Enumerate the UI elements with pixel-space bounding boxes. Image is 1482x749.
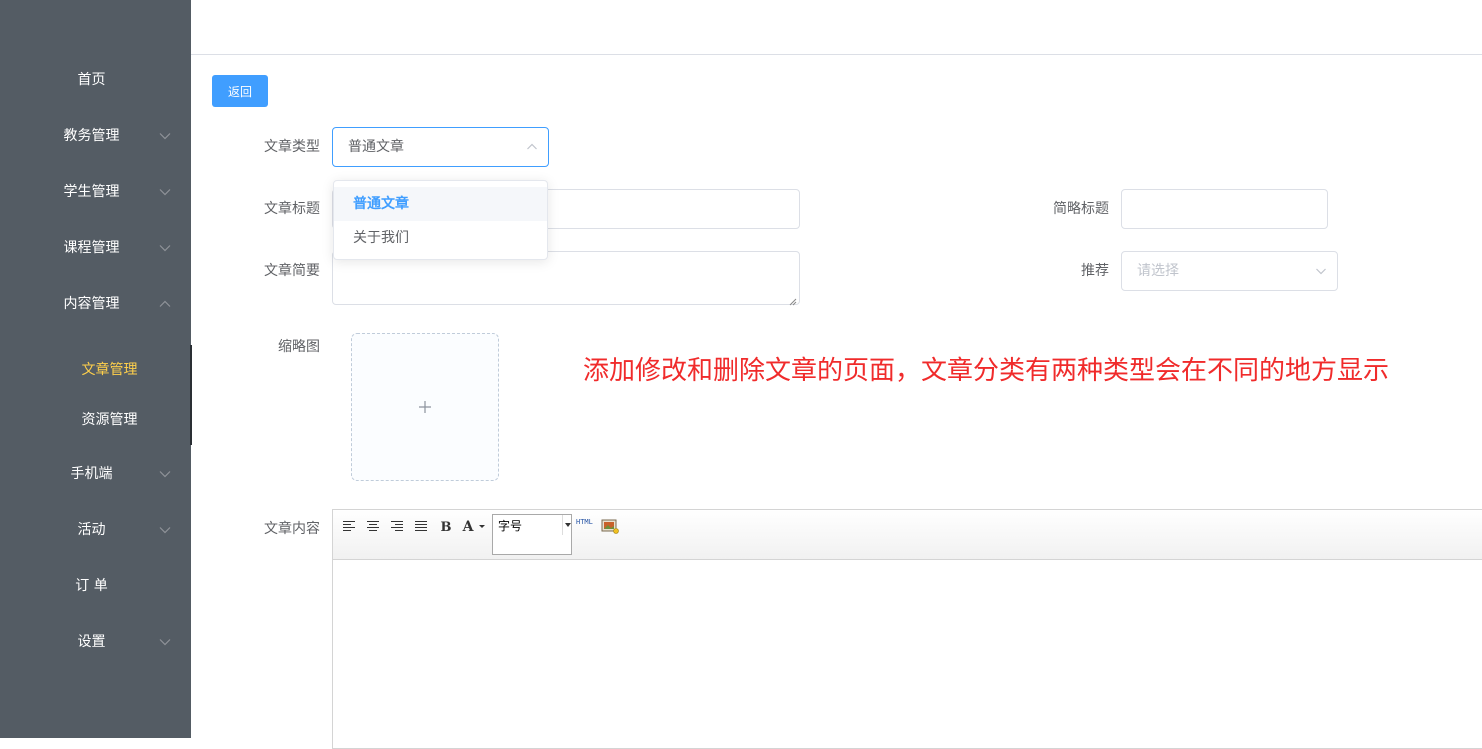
bold-icon[interactable]: B — [436, 516, 456, 536]
chevron-down-icon — [562, 515, 573, 535]
font-size-select[interactable]: 字号 — [492, 514, 572, 555]
dropdown-option[interactable]: 关于我们 — [334, 221, 547, 255]
sidebar-item-mobile[interactable]: 手机端 — [0, 446, 191, 502]
sidebar: 首页 教务管理 学生管理 课程管理 内容管理 文章管理 资源管理 手机端 活动 … — [0, 0, 192, 738]
sidebar-item-label: 活动 — [77, 522, 106, 538]
sidebar-item-academic[interactable]: 教务管理 — [0, 108, 191, 164]
sidebar-item-label: 设置 — [77, 634, 106, 650]
sidebar-item-label: 手机端 — [70, 466, 113, 482]
sidebar-item-content[interactable]: 内容管理 — [0, 276, 191, 332]
thumbnail-uploader[interactable] — [351, 333, 499, 481]
thumbnail-label: 缩略图 — [278, 339, 320, 355]
sidebar-subitem-label: 资源管理 — [81, 412, 138, 428]
image-icon[interactable] — [600, 516, 620, 536]
recommend-label: 推荐 — [1081, 263, 1109, 279]
recommend-placeholder: 请选择 — [1137, 263, 1179, 279]
rich-text-editor[interactable]: B A 字号 HTML — [332, 509, 1482, 749]
back-button[interactable]: 返回 — [212, 75, 268, 107]
chevron-down-icon — [158, 614, 172, 670]
sidebar-item-students[interactable]: 学生管理 — [0, 164, 191, 220]
sidebar-item-settings[interactable]: 设置 — [0, 614, 191, 670]
font-color-icon[interactable]: A — [460, 516, 488, 536]
chevron-up-icon — [158, 276, 172, 332]
sidebar-item-label: 首页 — [77, 72, 106, 88]
sidebar-item-label: 课程管理 — [63, 240, 120, 256]
sidebar-subitem-label: 文章管理 — [81, 362, 138, 378]
article-type-label: 文章类型 — [264, 139, 320, 155]
sidebar-subitem-resources[interactable]: 资源管理 — [0, 395, 191, 445]
editor-toolbar: B A 字号 HTML — [333, 510, 1482, 560]
align-right-icon[interactable] — [387, 516, 407, 536]
font-size-label: 字号 — [498, 519, 523, 533]
short-title-input[interactable] — [1121, 189, 1328, 229]
submenu-edge — [190, 345, 192, 445]
chevron-down-icon — [158, 446, 172, 502]
chevron-down-icon — [1315, 265, 1327, 277]
short-title-label: 简略标题 — [1053, 201, 1109, 217]
plus-icon — [352, 334, 498, 480]
align-justify-icon[interactable] — [411, 516, 431, 536]
chevron-down-icon — [158, 164, 172, 220]
recommend-select[interactable]: 请选择 — [1121, 251, 1338, 291]
align-center-icon[interactable] — [363, 516, 383, 536]
sidebar-item-label: 教务管理 — [63, 128, 120, 144]
sidebar-item-courses[interactable]: 课程管理 — [0, 220, 191, 276]
sidebar-item-home[interactable]: 首页 — [0, 52, 191, 108]
svg-text:B: B — [441, 520, 452, 533]
align-left-icon[interactable] — [339, 516, 359, 536]
chevron-down-icon — [158, 502, 172, 558]
chevron-up-icon — [526, 141, 538, 153]
sidebar-subitem-articles[interactable]: 文章管理 — [0, 345, 191, 395]
chevron-down-icon — [158, 108, 172, 164]
header-divider — [191, 54, 1482, 55]
resize-grip-icon[interactable] — [789, 294, 797, 306]
sidebar-item-activities[interactable]: 活动 — [0, 502, 191, 558]
annotation-text: 添加修改和删除文章的页面，文章分类有两种类型会在不同的地方显示 — [583, 356, 1390, 386]
dropdown-option[interactable]: 普通文章 — [334, 187, 547, 221]
article-type-value: 普通文章 — [348, 139, 404, 155]
article-type-select[interactable]: 普通文章 — [332, 127, 549, 167]
article-summary-label: 文章简要 — [264, 263, 320, 279]
sidebar-item-orders[interactable]: 订 单 — [0, 558, 191, 614]
sidebar-item-label: 订 单 — [75, 578, 108, 594]
chevron-down-icon — [158, 220, 172, 276]
sidebar-item-label: 内容管理 — [63, 296, 120, 312]
article-type-dropdown: 普通文章 关于我们 — [333, 180, 548, 260]
article-content-label: 文章内容 — [264, 521, 320, 537]
sidebar-item-label: 学生管理 — [63, 184, 120, 200]
svg-text:A: A — [462, 519, 475, 533]
html-icon[interactable]: HTML — [576, 518, 593, 526]
article-title-label: 文章标题 — [264, 201, 320, 217]
